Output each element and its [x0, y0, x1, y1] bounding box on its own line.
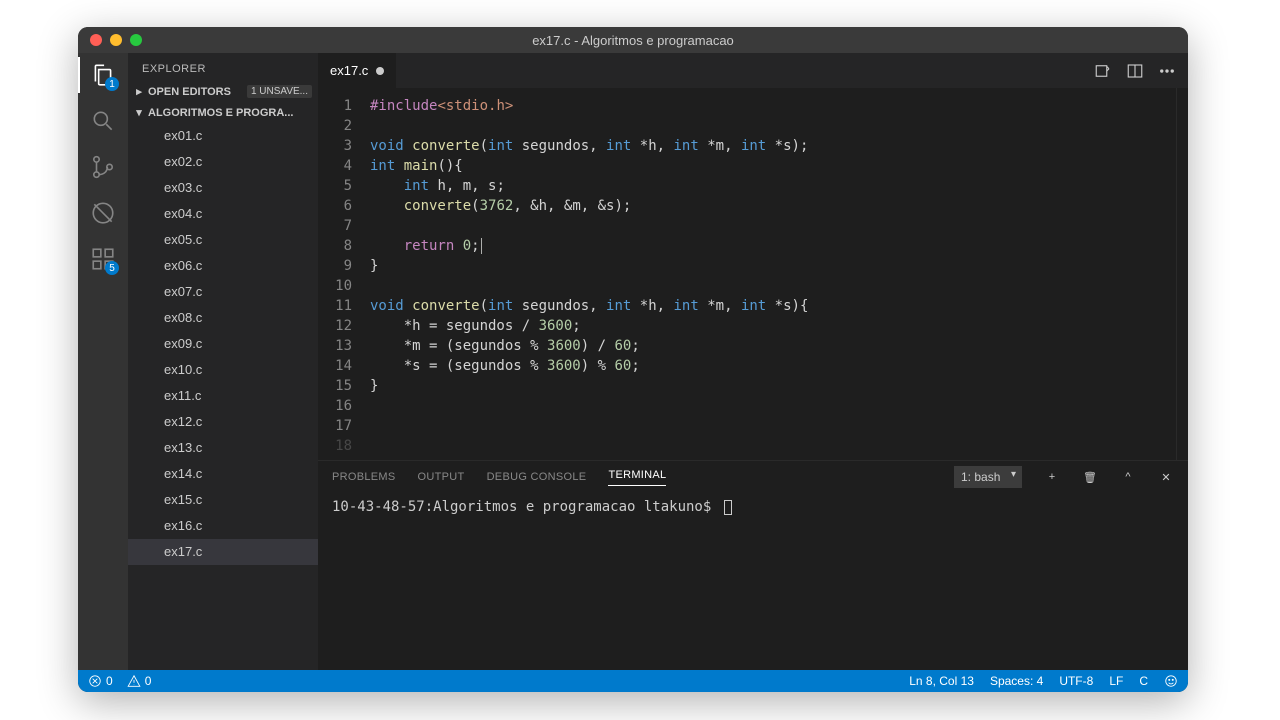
open-editors-label: OPEN EDITORS	[148, 86, 231, 98]
file-list: ex01.cex02.cex03.cex04.cex05.cex06.cex07…	[128, 123, 318, 670]
explorer-badge: 1	[105, 77, 119, 91]
file-item[interactable]: ex02.c	[128, 149, 318, 175]
terminal-prompt: 10-43-48-57:Algoritmos e programacao lta…	[332, 499, 711, 515]
status-warnings[interactable]: 0	[127, 674, 152, 688]
file-item[interactable]: ex08.c	[128, 305, 318, 331]
vscode-window: ex17.c - Algoritmos e programacao 1 5 EX	[78, 27, 1188, 692]
dirty-indicator-icon	[376, 67, 384, 75]
maximize-panel-icon[interactable]: ^	[1120, 471, 1136, 483]
minimize-window-icon[interactable]	[110, 34, 122, 46]
line-gutter: 123456789101112131415161718	[318, 88, 370, 460]
titlebar: ex17.c - Algoritmos e programacao	[78, 27, 1188, 53]
terminal[interactable]: 10-43-48-57:Algoritmos e programacao lta…	[318, 493, 1188, 670]
maximize-window-icon[interactable]	[130, 34, 142, 46]
file-item[interactable]: ex05.c	[128, 227, 318, 253]
panel-tab-terminal[interactable]: TERMINAL	[608, 469, 666, 486]
close-window-icon[interactable]	[90, 34, 102, 46]
more-actions-icon[interactable]	[1158, 62, 1176, 80]
unsaved-badge: 1 UNSAVE...	[247, 85, 312, 98]
debug-icon[interactable]	[89, 199, 117, 227]
explorer-icon[interactable]: 1	[89, 61, 117, 89]
project-section[interactable]: ▾ ALGORITMOS E PROGRA...	[128, 102, 318, 123]
status-encoding[interactable]: UTF-8	[1059, 674, 1093, 688]
file-item[interactable]: ex09.c	[128, 331, 318, 357]
tab-bar: ex17.c	[318, 53, 1188, 88]
terminal-cursor-icon	[724, 500, 732, 515]
editor-group: ex17.c 123456789101112131415161718 #incl…	[318, 53, 1188, 670]
status-bar: 0 0 Ln 8, Col 13 Spaces: 4 UTF-8 LF C	[78, 670, 1188, 692]
file-item[interactable]: ex06.c	[128, 253, 318, 279]
file-item[interactable]: ex03.c	[128, 175, 318, 201]
file-item[interactable]: ex16.c	[128, 513, 318, 539]
editor-wrap: 123456789101112131415161718 #include<std…	[318, 88, 1188, 460]
file-item[interactable]: ex04.c	[128, 201, 318, 227]
search-icon[interactable]	[89, 107, 117, 135]
panel-tab-debug-console[interactable]: DEBUG CONSOLE	[487, 471, 587, 483]
file-item[interactable]: ex01.c	[128, 123, 318, 149]
tab-actions	[1094, 53, 1188, 88]
close-panel-icon[interactable]: ✕	[1158, 471, 1174, 484]
file-item[interactable]: ex13.c	[128, 435, 318, 461]
bottom-panel: PROBLEMS OUTPUT DEBUG CONSOLE TERMINAL 1: ba…	[318, 460, 1188, 670]
status-errors[interactable]: 0	[88, 674, 113, 688]
split-editor-icon[interactable]	[1126, 62, 1144, 80]
extensions-badge: 5	[105, 261, 119, 275]
project-label: ALGORITMOS E PROGRA...	[148, 107, 293, 119]
code-editor[interactable]: 123456789101112131415161718 #include<std…	[318, 88, 1176, 460]
panel-tab-problems[interactable]: PROBLEMS	[332, 471, 396, 483]
code-content[interactable]: #include<stdio.h> void converte(int segu…	[370, 88, 1176, 460]
sidebar: EXPLORER ▸ OPEN EDITORS 1 UNSAVE... ▾ AL…	[128, 53, 318, 670]
tab-label: ex17.c	[330, 63, 368, 78]
file-item[interactable]: ex17.c	[128, 539, 318, 565]
status-feedback-icon[interactable]	[1164, 674, 1178, 688]
compare-changes-icon[interactable]	[1094, 62, 1112, 80]
file-item[interactable]: ex10.c	[128, 357, 318, 383]
panel-tab-output[interactable]: OUTPUT	[418, 471, 465, 483]
status-ln-col[interactable]: Ln 8, Col 13	[909, 674, 974, 688]
sidebar-title: EXPLORER	[128, 53, 318, 81]
chevron-right-icon: ▸	[134, 85, 144, 98]
file-item[interactable]: ex15.c	[128, 487, 318, 513]
minimap[interactable]	[1176, 88, 1188, 460]
window-title: ex17.c - Algoritmos e programacao	[78, 33, 1188, 48]
traffic-lights	[78, 34, 142, 46]
open-editors-section[interactable]: ▸ OPEN EDITORS 1 UNSAVE...	[128, 81, 318, 102]
chevron-down-icon: ▾	[134, 106, 144, 119]
status-eol[interactable]: LF	[1109, 674, 1123, 688]
file-item[interactable]: ex14.c	[128, 461, 318, 487]
file-item[interactable]: ex12.c	[128, 409, 318, 435]
panel-tabs: PROBLEMS OUTPUT DEBUG CONSOLE TERMINAL 1: ba…	[318, 461, 1188, 493]
tab-ex17[interactable]: ex17.c	[318, 53, 397, 88]
window-body: 1 5 EXPLORER ▸ OPEN EDITORS 1 UNSAVE...	[78, 53, 1188, 670]
source-control-icon[interactable]	[89, 153, 117, 181]
new-terminal-icon[interactable]: +	[1044, 471, 1060, 483]
extensions-icon[interactable]: 5	[89, 245, 117, 273]
kill-terminal-icon[interactable]: 🗑	[1082, 471, 1098, 484]
status-lang[interactable]: C	[1139, 674, 1148, 688]
terminal-select[interactable]: 1: bash	[954, 466, 1022, 488]
status-spaces[interactable]: Spaces: 4	[990, 674, 1043, 688]
file-item[interactable]: ex11.c	[128, 383, 318, 409]
file-item[interactable]: ex07.c	[128, 279, 318, 305]
activity-bar: 1 5	[78, 53, 128, 670]
